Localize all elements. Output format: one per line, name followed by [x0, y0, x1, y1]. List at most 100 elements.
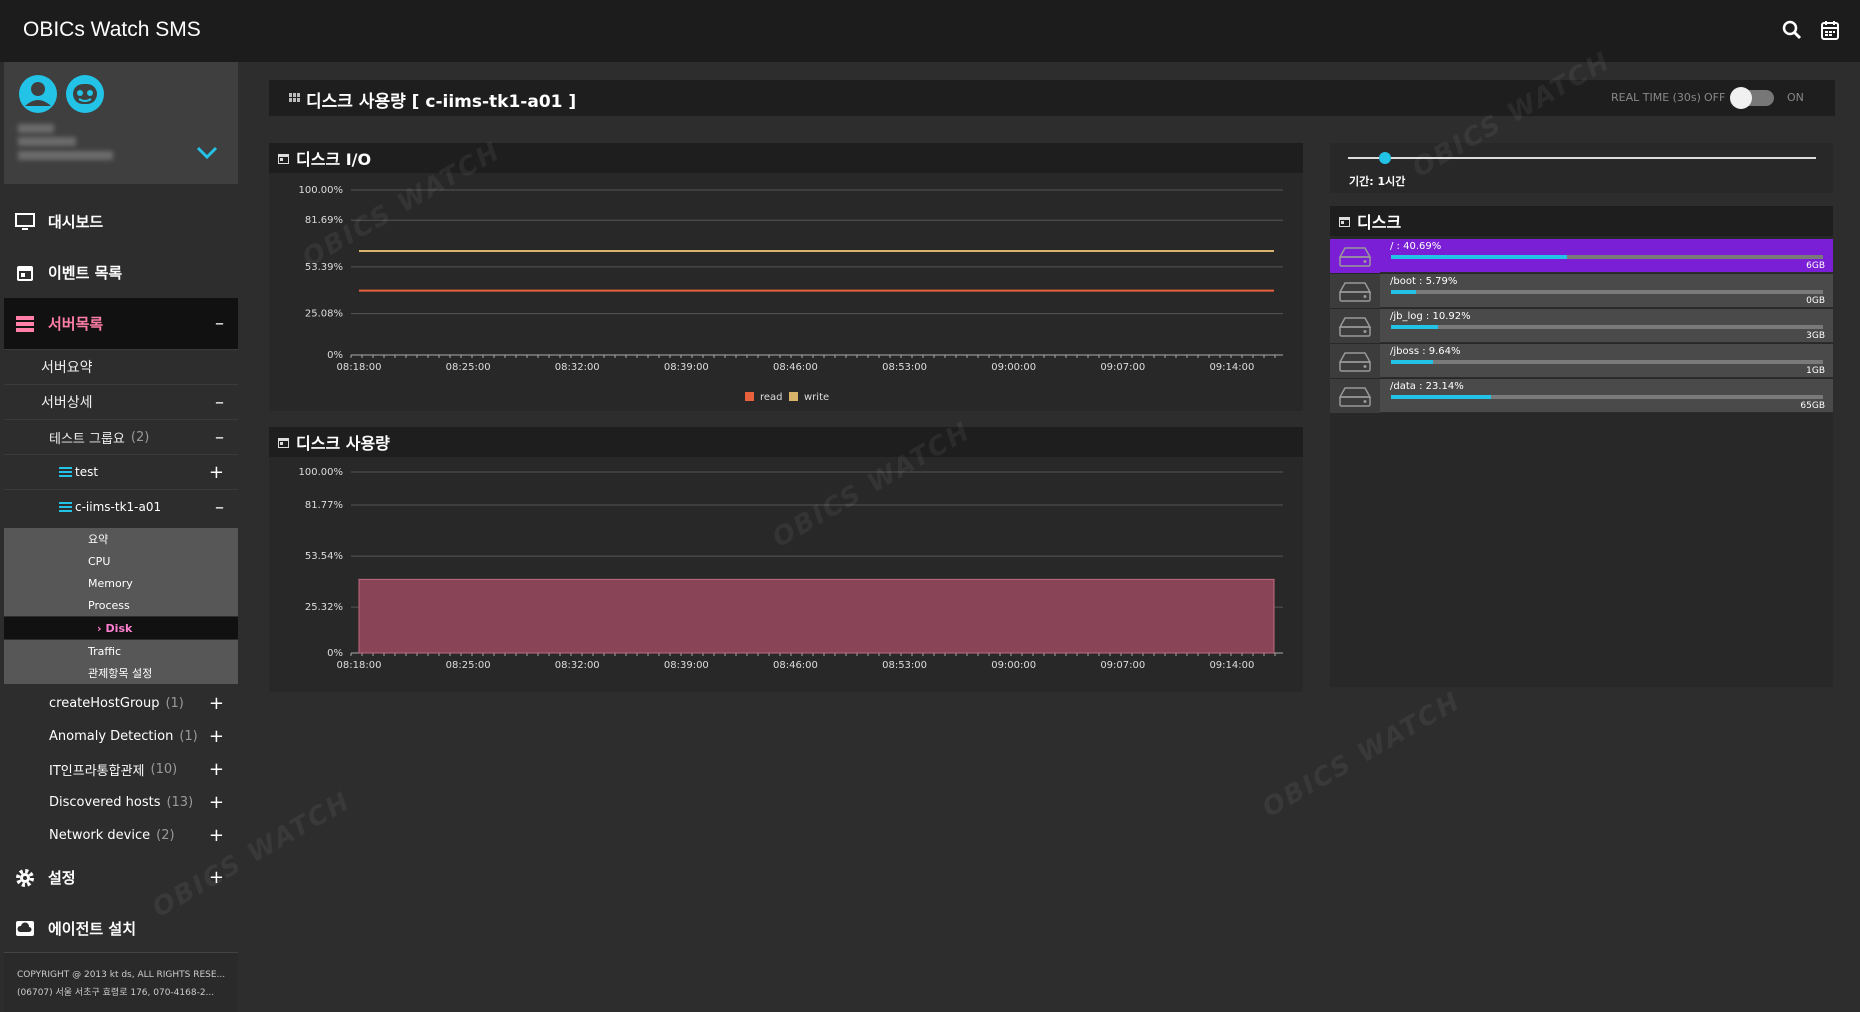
hard-drive-icon-svg: [1338, 352, 1372, 372]
leaf-monitoring-settings[interactable]: 관제항목 설정: [4, 662, 238, 684]
group-test-group[interactable]: 테스트 그룹요 (2) –: [4, 419, 238, 454]
x-tick-label: 09:07:00: [1100, 660, 1145, 671]
period-slider-handle[interactable]: [1379, 152, 1392, 164]
hard-drive-icon: [1330, 309, 1380, 343]
disk-label: /jb_log : 10.92%: [1390, 311, 1471, 322]
menu-events[interactable]: 이벤트 목록: [4, 247, 238, 298]
group-discovered-hosts[interactable]: Discovered hosts (13) +: [4, 786, 238, 819]
watermark: OBICS WATCH: [1257, 686, 1467, 824]
expand-icon[interactable]: +: [209, 867, 224, 888]
disk-usage-bar: [1391, 395, 1823, 399]
chevron-down-icon[interactable]: [196, 146, 218, 160]
hard-drive-icon-svg: [1338, 317, 1372, 337]
disk-size: 6GB: [1806, 261, 1825, 271]
search-icon[interactable]: [1780, 18, 1804, 42]
menu-dashboard[interactable]: 대시보드: [4, 196, 238, 247]
collapse-icon[interactable]: –: [215, 497, 224, 518]
x-tick-label: 09:14:00: [1209, 660, 1254, 671]
disk-row[interactable]: /boot : 5.79% 0GB: [1330, 274, 1833, 308]
disk-list-panel-header: 디스크: [1330, 206, 1833, 236]
leaf-cpu-label: CPU: [88, 554, 111, 568]
grid-icon: [289, 93, 300, 102]
leaf-process[interactable]: Process: [4, 594, 238, 616]
disk-label: / : 40.69%: [1390, 241, 1442, 252]
leaf-traffic[interactable]: Traffic: [4, 640, 238, 662]
x-tick-label: 08:39:00: [664, 660, 709, 671]
expand-icon[interactable]: +: [209, 792, 224, 813]
expand-icon[interactable]: +: [209, 825, 224, 846]
menu-settings[interactable]: 설정 +: [4, 852, 238, 903]
sidebar: 대시보드 이벤트 목록 서버목록 – 서버요약 서버상세 – 테스트 그룹요 (2)…: [0, 62, 238, 1012]
group-test-group-label: 테스트 그룹요: [49, 431, 125, 447]
disk-usage-fill: [1391, 255, 1567, 259]
server-icon: [59, 502, 72, 512]
legend-label-write: write: [804, 392, 829, 403]
chevron-right-icon: ›: [97, 621, 102, 635]
menu-servers[interactable]: 서버목록 –: [4, 298, 238, 349]
leaf-disk[interactable]: › Disk: [4, 617, 238, 639]
group-count: (10): [150, 762, 178, 777]
expand-icon[interactable]: +: [209, 462, 224, 483]
disk-usage-fill: [1391, 290, 1416, 294]
x-tick-label: 08:46:00: [773, 362, 818, 373]
user-avatar-icon[interactable]: [18, 74, 58, 114]
realtime-toggle[interactable]: [1730, 87, 1774, 109]
hard-drive-icon: [1330, 239, 1380, 273]
disk-label: /jboss : 9.64%: [1390, 346, 1461, 357]
disk-label: /boot : 5.79%: [1390, 276, 1458, 287]
period-label: 기간: 1시간: [1349, 175, 1406, 188]
robot-avatar-icon[interactable]: [65, 74, 105, 114]
host-c-iims-tk1-a01[interactable]: c-iims-tk1-a01 –: [4, 489, 238, 524]
realtime-off-label: OFF: [1704, 91, 1726, 104]
usage-area: [358, 578, 1275, 654]
disk-usage-title: 디스크 사용량: [296, 434, 390, 453]
period-slider-track[interactable]: [1348, 157, 1816, 159]
disk-io-panel-header: 디스크 I/O: [269, 143, 1303, 173]
leaf-traffic-label: Traffic: [88, 644, 122, 658]
monitor-icon: [15, 212, 35, 230]
disk-usage-panel-header: 디스크 사용량: [269, 427, 1303, 457]
group-createhostgroup[interactable]: createHostGroup (1) +: [4, 687, 238, 720]
disk-size: 65GB: [1800, 401, 1825, 411]
collapse-icon[interactable]: –: [215, 427, 224, 448]
menu-agent-install-label: 에이전트 설치: [48, 920, 137, 938]
menu-server-detail[interactable]: 서버상세 –: [4, 384, 238, 419]
leaf-disk-label: Disk: [105, 621, 133, 635]
group-label: IT인프라통합관제: [49, 764, 145, 779]
host-test[interactable]: test +: [4, 454, 238, 489]
y-tick-label: 81.77%: [305, 500, 343, 511]
expand-icon[interactable]: +: [209, 693, 224, 714]
disk-row[interactable]: /data : 23.14% 65GB: [1330, 379, 1833, 413]
toggle-knob[interactable]: [1730, 87, 1752, 109]
collapse-icon[interactable]: –: [215, 313, 224, 334]
disk-label: /data : 23.14%: [1390, 381, 1464, 392]
x-tick-label: 08:32:00: [555, 660, 600, 671]
x-tick-label: 09:14:00: [1209, 362, 1254, 373]
disk-row[interactable]: /jb_log : 10.92% 3GB: [1330, 309, 1833, 343]
disk-row[interactable]: /jboss : 9.64% 1GB: [1330, 344, 1833, 378]
x-tick-label: 09:07:00: [1100, 362, 1145, 373]
calendar-icon[interactable]: [1818, 18, 1842, 42]
menu-agent-install[interactable]: 에이전트 설치: [4, 903, 238, 954]
expand-icon[interactable]: +: [209, 759, 224, 780]
group-anomaly-detection[interactable]: Anomaly Detection (1) +: [4, 720, 238, 753]
page-title: 디스크 사용량 [ c-iims-tk1-a01 ]: [306, 92, 577, 112]
hard-drive-icon-svg: [1338, 387, 1372, 407]
top-bar: OBICs Watch SMS: [0, 0, 1860, 62]
hard-drive-icon: [1330, 274, 1380, 308]
hard-drive-icon: [1330, 379, 1380, 413]
leaf-cpu[interactable]: CPU: [4, 550, 238, 572]
realtime-on-label: ON: [1787, 91, 1804, 104]
group-it-infra[interactable]: IT인프라통합관제 (10) +: [4, 753, 238, 786]
hard-drive-icon-svg: [1338, 247, 1372, 267]
group-network-device[interactable]: Network device (2) +: [4, 819, 238, 852]
menu-server-summary[interactable]: 서버요약: [4, 349, 238, 384]
disk-row[interactable]: / : 40.69% 6GB: [1330, 239, 1833, 273]
menu-dashboard-label: 대시보드: [48, 213, 104, 231]
group-label: Network device: [49, 828, 151, 843]
leaf-memory[interactable]: Memory: [4, 572, 238, 594]
expand-icon[interactable]: +: [209, 726, 224, 747]
collapse-icon[interactable]: –: [215, 392, 224, 413]
menu-servers-label: 서버목록: [48, 315, 104, 333]
leaf-summary[interactable]: 요약: [4, 528, 238, 550]
